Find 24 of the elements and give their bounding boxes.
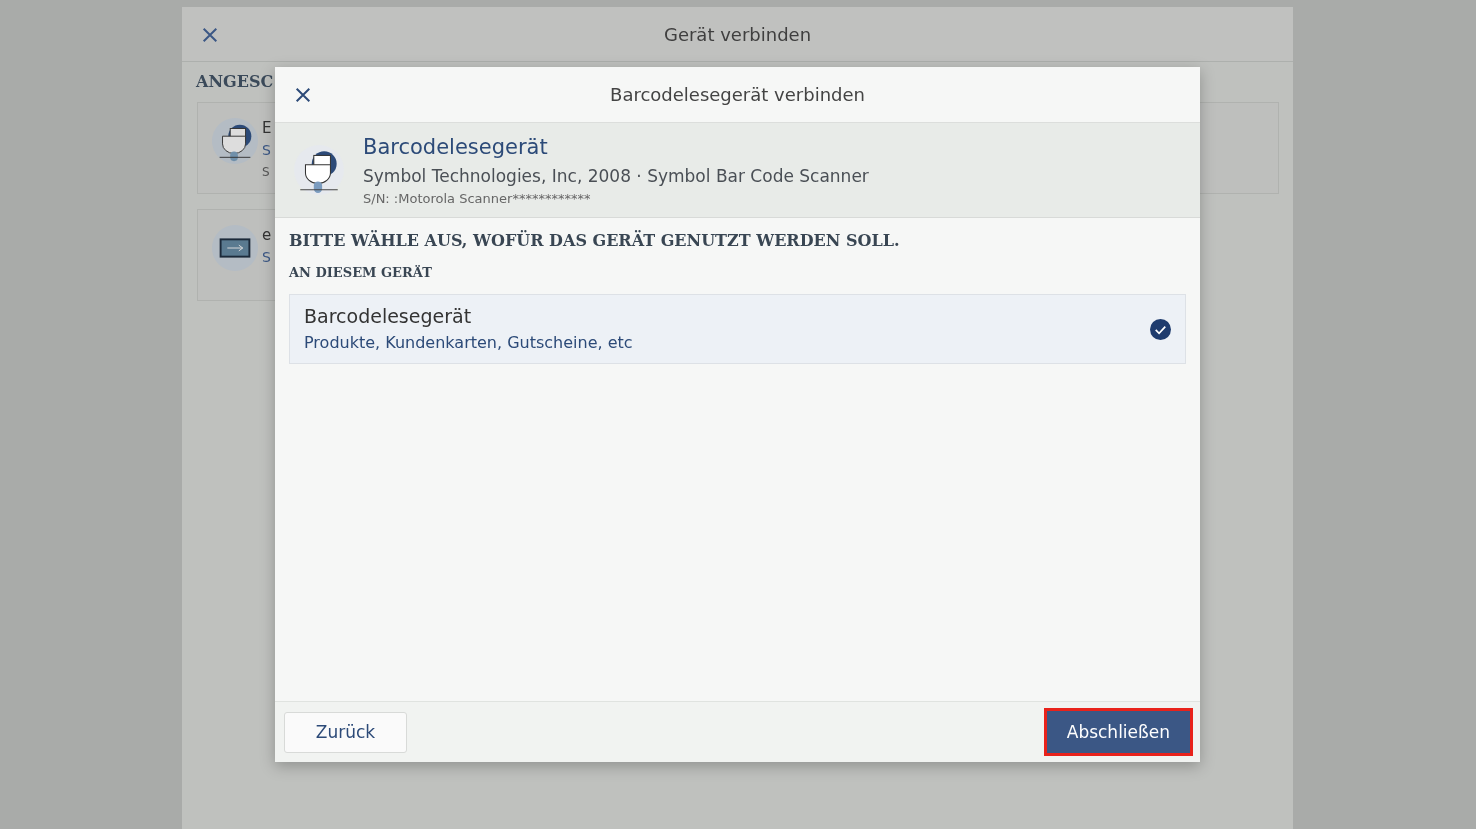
dialog-title: Barcodelesegerät verbinden (610, 84, 865, 105)
back-button[interactable]: Zurück (284, 711, 407, 753)
device-name: E (262, 118, 272, 139)
section-heading: ANGESC (196, 72, 274, 91)
option-item[interactable]: Barcodelesegerät Produkte, Kundenkarten, Gutscheine, etc (289, 294, 1186, 364)
question-heading: BITTE WÄHLE AUS, WOFÜR DAS GERÄT GENUTZT WERDEN SOLL. (289, 230, 901, 252)
close-icon[interactable] (201, 26, 219, 44)
scanner-icon (293, 144, 345, 196)
check-icon (1150, 318, 1171, 340)
device-name: e (262, 225, 272, 246)
dialog-title: Gerät verbinden (663, 23, 812, 45)
scanner-icon (211, 117, 259, 165)
option-description: Produkte, Kundenkarten, Gutscheine, etc (304, 332, 634, 354)
option-label: Barcodelesegerät (304, 304, 473, 329)
device-serial: S/N: :Motorola Scanner************ (363, 190, 592, 208)
device-description: Symbol Technologies, Inc, 2008 · Symbol Bar Code Scanner (363, 165, 869, 188)
device-description: S (262, 141, 272, 160)
group-heading: AN DIESEM GERÄT (289, 264, 433, 282)
usb-device-icon (211, 224, 259, 272)
device-name: Barcodelesegerät (363, 134, 549, 161)
device-serial: S (262, 164, 271, 181)
finish-button[interactable]: Abschließen (1046, 711, 1190, 753)
close-icon[interactable] (294, 86, 312, 104)
device-description: S (262, 248, 272, 267)
